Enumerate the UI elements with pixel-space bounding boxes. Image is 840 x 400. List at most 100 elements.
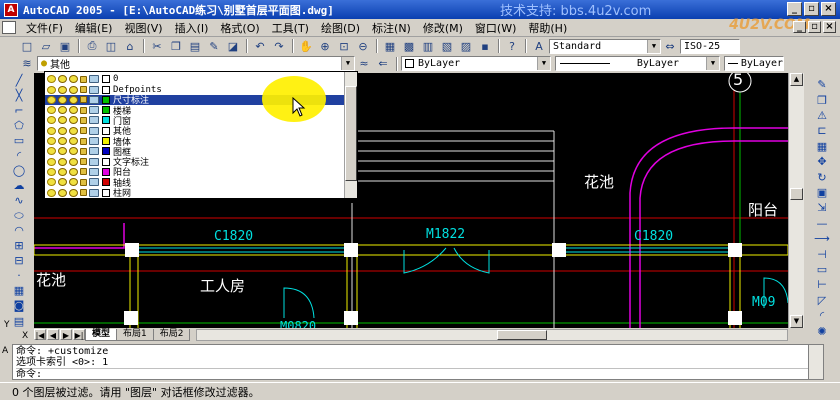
table-icon[interactable]: ▤ [10, 314, 28, 328]
move-icon[interactable]: ✥ [813, 155, 831, 168]
first-tab-icon[interactable]: |◀ [34, 329, 46, 340]
offset-icon[interactable]: ⊏ [813, 124, 831, 137]
zoom-previous-icon[interactable]: ⊖ [354, 38, 372, 54]
scroll-thumb[interactable] [345, 86, 357, 181]
markup-icon[interactable]: ▨ [457, 38, 475, 54]
menu-modify[interactable]: 修改(M) [417, 20, 469, 36]
layer-row[interactable]: 墙体 [45, 136, 345, 148]
layer-lock-icon[interactable] [80, 178, 87, 186]
layer-lock-icon[interactable] [80, 189, 87, 197]
line-icon[interactable]: ╱ [10, 73, 28, 87]
chevron-down-icon[interactable]: ▼ [537, 57, 550, 70]
block-editor-icon[interactable]: ◪ [224, 38, 242, 54]
paste-icon[interactable]: ▤ [186, 38, 204, 54]
ellipse-icon[interactable]: ⬭ [10, 209, 28, 223]
arc-icon[interactable]: ◜ [10, 148, 28, 162]
revision-cloud-icon[interactable]: ☁ [10, 178, 28, 192]
scroll-up-icon[interactable]: ▲ [790, 73, 803, 86]
layer-freeze-icon[interactable] [58, 75, 67, 84]
layer-on-icon[interactable] [47, 126, 56, 135]
erase-icon[interactable]: ✎ [813, 78, 831, 91]
last-tab-icon[interactable]: ▶| [73, 329, 85, 340]
layer-select[interactable]: ● 其他 ▼ [37, 56, 355, 71]
menu-tools[interactable]: 工具(T) [266, 20, 315, 36]
next-tab-icon[interactable]: ▶ [60, 329, 72, 340]
layer-plot-icon[interactable] [89, 116, 99, 125]
open-file-icon[interactable]: ▱ [37, 38, 55, 54]
layer-freeze-icon[interactable] [58, 178, 67, 187]
menu-edit[interactable]: 编辑(E) [69, 20, 119, 36]
vertical-scrollbar[interactable]: ▲ ▼ [788, 73, 804, 328]
layer-list-scrollbar[interactable] [344, 72, 357, 198]
layer-row[interactable]: 其他 [45, 126, 345, 137]
layer-lock-icon[interactable] [80, 127, 87, 135]
copy-icon[interactable]: ❐ [167, 38, 185, 54]
layer-lock-icon[interactable] [80, 96, 87, 104]
point-icon[interactable]: · [10, 269, 28, 283]
plot-preview-icon[interactable]: ◫ [102, 38, 120, 54]
menu-view[interactable]: 视图(V) [118, 20, 168, 36]
menu-insert[interactable]: 插入(I) [169, 20, 215, 36]
mirror-icon[interactable]: ⚠ [813, 109, 831, 122]
menu-draw[interactable]: 绘图(D) [315, 20, 366, 36]
undo-icon[interactable]: ↶ [251, 38, 269, 54]
minimize-button[interactable]: _ [787, 2, 802, 16]
layer-previous-icon[interactable]: ⇐ [374, 56, 392, 72]
scale-icon[interactable]: ▣ [813, 186, 831, 199]
restore-button[interactable]: ▫ [804, 2, 819, 16]
layer-plot-icon[interactable] [89, 95, 99, 104]
copy-object-icon[interactable]: ❐ [813, 93, 831, 107]
menu-format[interactable]: 格式(O) [214, 20, 265, 36]
properties-icon[interactable]: ▦ [381, 38, 399, 54]
layer-manager-icon[interactable]: ≋ [18, 56, 36, 72]
chevron-down-icon[interactable]: ▼ [341, 57, 354, 70]
print-icon[interactable]: ⎙ [83, 38, 101, 54]
layer-viewport-freeze-icon[interactable] [69, 85, 78, 94]
rotate-icon[interactable]: ↻ [813, 170, 831, 184]
polygon-icon[interactable]: ⬠ [10, 118, 28, 132]
layer-plot-icon[interactable] [89, 137, 99, 146]
zoom-realtime-icon[interactable]: ⊕ [316, 38, 334, 54]
design-center-icon[interactable]: ▩ [400, 38, 418, 54]
sheet-set-icon[interactable]: ▧ [438, 38, 456, 54]
layer-plot-icon[interactable] [89, 178, 99, 187]
layer-row[interactable]: 文字标注 [45, 156, 345, 168]
make-current-layer-icon[interactable]: ≈ [355, 56, 373, 72]
join-icon[interactable]: ⊢ [813, 278, 831, 291]
layer-viewport-freeze-icon[interactable] [69, 75, 78, 84]
layer-freeze-icon[interactable] [58, 126, 67, 135]
color-select[interactable]: ByLayer ▼ [401, 56, 551, 71]
layer-viewport-freeze-icon[interactable] [69, 147, 78, 156]
chevron-down-icon[interactable]: ▼ [706, 57, 719, 70]
layer-freeze-icon[interactable] [58, 157, 67, 166]
text-style-select[interactable]: Standard ▼ [549, 38, 661, 54]
layer-plot-icon[interactable] [89, 167, 99, 176]
chamfer-icon[interactable]: ◸ [813, 294, 831, 307]
layer-row[interactable]: 阳台 [45, 167, 345, 178]
explode-icon[interactable]: ✺ [813, 325, 831, 338]
doc-minimize-button[interactable]: _ [793, 21, 806, 33]
command-window[interactable]: 命令: +customize 选项卡索引 <0>: 1 命令: [12, 344, 824, 380]
layer-freeze-icon[interactable] [58, 85, 67, 94]
layer-viewport-freeze-icon[interactable] [69, 157, 78, 166]
dim-style-select[interactable]: ISO-25 [680, 38, 740, 54]
tab-layout1[interactable]: 布局1 [116, 328, 154, 341]
rectangle-icon[interactable]: ▭ [10, 133, 28, 147]
doc-close-button[interactable]: × [823, 21, 836, 33]
document-icon[interactable] [2, 21, 16, 34]
fillet-icon[interactable]: ◜ [813, 309, 831, 322]
layer-lock-icon[interactable] [80, 86, 87, 94]
region-icon[interactable]: ◙ [10, 299, 28, 313]
save-icon[interactable]: ▣ [56, 38, 74, 54]
layer-freeze-icon[interactable] [58, 167, 67, 176]
layer-on-icon[interactable] [47, 116, 56, 125]
break-at-point-icon[interactable]: ⊣ [813, 247, 831, 261]
match-properties-icon[interactable]: ✎ [205, 38, 223, 54]
layer-viewport-freeze-icon[interactable] [69, 178, 78, 187]
layer-on-icon[interactable] [47, 137, 56, 146]
menu-file[interactable]: 文件(F) [20, 20, 69, 36]
lineweight-select[interactable]: ByLayer [724, 56, 784, 71]
layer-freeze-icon[interactable] [58, 116, 67, 125]
scroll-thumb[interactable] [497, 329, 548, 340]
layer-on-icon[interactable] [47, 106, 56, 115]
